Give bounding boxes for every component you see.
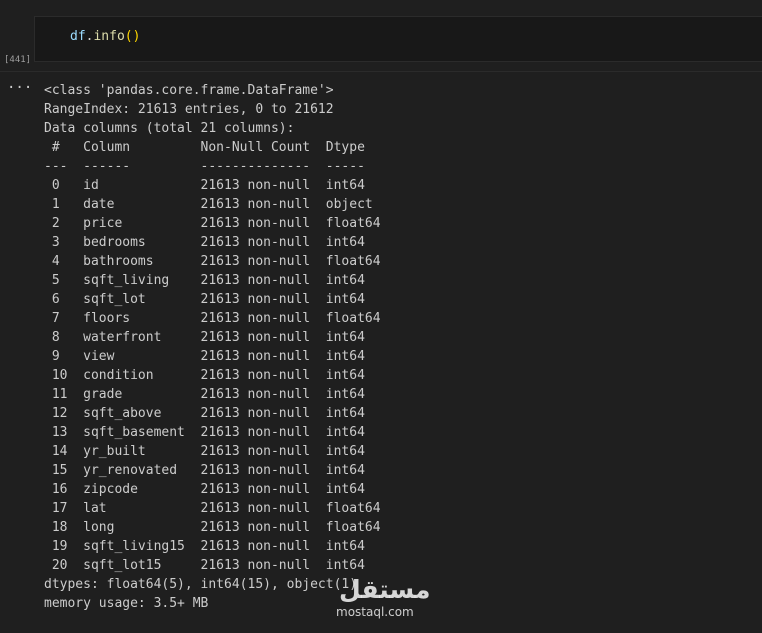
output-line: 14 yr_built 21613 non-null int64: [44, 444, 381, 459]
output-line: 3 bedrooms 21613 non-null int64: [44, 235, 381, 250]
output-line: <class 'pandas.core.frame.DataFrame'>: [44, 83, 334, 98]
output-line: 6 sqft_lot 21613 non-null int64: [44, 292, 381, 307]
code-parens: (): [124, 29, 141, 44]
output-line: 10 condition 21613 non-null int64: [44, 368, 381, 383]
output-line: 8 waterfront 21613 non-null int64: [44, 330, 381, 345]
output-line: 13 sqft_basement 21613 non-null int64: [44, 425, 381, 440]
output-line: 7 floors 21613 non-null float64: [44, 311, 381, 326]
output-more-actions-icon[interactable]: ···: [7, 80, 32, 96]
output-line: 1 date 21613 non-null object: [44, 197, 381, 212]
cell-output: <class 'pandas.core.frame.DataFrame'> Ran…: [44, 81, 744, 613]
output-line: 18 long 21613 non-null float64: [44, 520, 381, 535]
output-line: 0 id 21613 non-null int64: [44, 178, 381, 193]
output-line: 19 sqft_living15 21613 non-null int64: [44, 539, 381, 554]
output-line: 2 price 21613 non-null float64: [44, 216, 381, 231]
output-line: RangeIndex: 21613 entries, 0 to 21612: [44, 102, 334, 117]
output-line: Data columns (total 21 columns):: [44, 121, 295, 136]
output-line: 15 yr_renovated 21613 non-null int64: [44, 463, 381, 478]
output-line: dtypes: float64(5), int64(15), object(1): [44, 577, 358, 592]
output-line: 20 sqft_lot15 21613 non-null int64: [44, 558, 381, 573]
cell-divider: [0, 71, 762, 72]
code-function: info: [93, 29, 125, 44]
code-cell-input[interactable]: df.info(): [34, 16, 762, 62]
output-line: 9 view 21613 non-null int64: [44, 349, 381, 364]
output-line: 16 zipcode 21613 non-null int64: [44, 482, 381, 497]
output-line: --- ------ -------------- -----: [44, 159, 381, 174]
code-variable: df: [70, 29, 86, 44]
output-line: 11 grade 21613 non-null int64: [44, 387, 381, 402]
output-line: 5 sqft_living 21613 non-null int64: [44, 273, 381, 288]
code-line[interactable]: df.info(): [70, 28, 140, 46]
output-line: # Column Non-Null Count Dtype: [44, 140, 381, 155]
output-line: 17 lat 21613 non-null float64: [44, 501, 381, 516]
output-line: 12 sqft_above 21613 non-null int64: [44, 406, 381, 421]
output-line: 4 bathrooms 21613 non-null float64: [44, 254, 381, 269]
execution-count: [441]: [4, 55, 32, 65]
output-line: memory usage: 3.5+ MB: [44, 596, 209, 611]
